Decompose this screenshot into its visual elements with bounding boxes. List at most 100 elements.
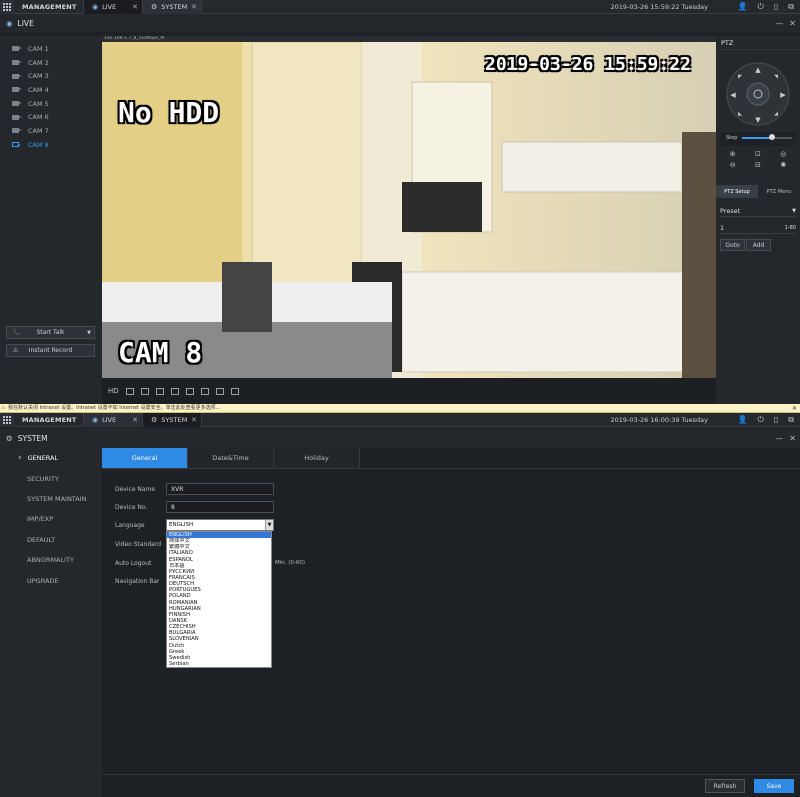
tab-ptz-setup[interactable]: PTZ Setup <box>716 185 758 198</box>
hd-toggle[interactable]: HD <box>108 387 119 395</box>
tab-general[interactable]: General <box>102 448 188 468</box>
svg-text:▼: ▼ <box>755 116 761 124</box>
camera-item-label: CAM 3 <box>28 72 49 81</box>
step-slider[interactable]: Step <box>720 132 796 146</box>
tab-live-label: LIVE <box>102 415 117 424</box>
close-icon[interactable]: ✕ <box>191 416 197 424</box>
minimize-icon[interactable]: — <box>775 19 783 28</box>
osd-channel: CAM 8 <box>118 336 203 369</box>
camera-item[interactable]: CAM 6 <box>0 110 102 124</box>
step-slider-thumb[interactable] <box>769 134 775 140</box>
language-dropdown[interactable]: ENGLISH 简体中文 繁體中文 ITALIANO ESPAÑOL 日本語 РУССКИЙ… <box>166 531 272 669</box>
auto-logout-label: Auto Logout <box>115 560 152 567</box>
menu-item-general[interactable]: GENERAL <box>0 448 102 468</box>
camera-item[interactable]: CAM 7 <box>0 124 102 138</box>
layout-16-icon[interactable] <box>185 387 194 395</box>
menu-item-abnormality[interactable]: ABNORMALITY <box>0 550 102 570</box>
tab-date-time[interactable]: Date&Time <box>188 448 274 468</box>
zoom-out-icon[interactable]: ⊖ <box>720 160 745 171</box>
camera-item[interactable]: CAM 3 <box>0 69 102 83</box>
instant-record-button[interactable]: ⚠ Instant Record <box>6 344 95 357</box>
video-standard-label: Video Standard <box>115 541 162 548</box>
camera-item-label: CAM 6 <box>28 113 49 122</box>
zoom-in-icon[interactable]: ⊕ <box>720 149 745 160</box>
logout-icon[interactable]: ⏻ <box>758 2 764 12</box>
tab-live[interactable]: ◉ LIVE ✕ <box>84 412 143 427</box>
menu-item-upgrade[interactable]: UPGRADE <box>0 570 102 590</box>
view-toolbar: HD <box>102 378 716 404</box>
tab-system[interactable]: ⚙ SYSTEM ✕ <box>143 412 202 427</box>
tab-management[interactable]: MANAGEMENT <box>14 0 84 14</box>
tab-system[interactable]: ⚙ SYSTEM ✕ <box>143 0 202 14</box>
layout-36-icon[interactable] <box>215 387 224 395</box>
language-select[interactable]: ENGLISH ▼ <box>166 519 274 531</box>
tab-management[interactable]: MANAGEMENT <box>14 412 84 427</box>
start-talk-button[interactable]: 📞 Start Talk ▼ <box>6 326 95 339</box>
focus-far-icon[interactable]: ⊟ <box>745 160 770 171</box>
fullscreen-icon[interactable]: ⧉ <box>788 2 794 12</box>
device-icon[interactable]: ▯ <box>774 2 778 12</box>
add-button[interactable]: Add <box>746 239 771 251</box>
layout-25-icon[interactable] <box>200 387 209 395</box>
menu-item-default[interactable]: DEFAULT <box>0 530 102 550</box>
menu-item-security[interactable]: SECURITY <box>0 468 102 488</box>
minimize-icon[interactable]: — <box>775 434 783 443</box>
menu-item-system-maintain[interactable]: SYSTEM MAINTAIN <box>0 489 102 509</box>
close-icon[interactable]: ✕ <box>789 19 796 28</box>
iris-close-icon[interactable]: ✺ <box>771 160 796 171</box>
layout-custom-icon[interactable] <box>230 387 239 395</box>
notification-text: 我在默认关闭 Intranet 设置。Intranet 设置不如 Interne… <box>8 405 221 411</box>
layout-4-icon[interactable] <box>140 387 149 395</box>
close-icon[interactable]: ✕ <box>789 434 796 443</box>
close-icon[interactable]: ✕ <box>191 3 197 11</box>
general-settings: General Date&Time Holiday Device Name XVR … <box>102 448 800 774</box>
camera-item[interactable]: CAM 5 <box>0 97 102 111</box>
logout-icon[interactable]: ⏻ <box>758 415 764 425</box>
video-view[interactable]: 192.168.1.7_8_310Kbps_M 2019-03-26 15:59… <box>102 36 716 378</box>
ptz-subtabs: PTZ Setup PTZ Menu <box>716 185 800 198</box>
svg-text:▶: ▶ <box>780 91 786 99</box>
preset-number-input[interactable]: 1 1-80 <box>720 222 796 234</box>
language-option[interactable]: Serbian <box>167 661 271 667</box>
live-icon: ◉ <box>92 2 99 11</box>
svg-text:◥: ◥ <box>774 74 778 80</box>
chevron-down-icon[interactable]: ▼ <box>87 330 91 336</box>
device-name-input[interactable]: XVR <box>166 483 274 495</box>
goto-button[interactable]: Goto <box>720 239 745 251</box>
menu-item-imp-exp[interactable]: IMP/EXP <box>0 509 102 529</box>
ptz-direction-pad[interactable]: ▲ ▼ ◀ ▶ ◤ ◥ ◣ ◢ <box>726 62 790 126</box>
tab-holiday[interactable]: Holiday <box>274 448 360 468</box>
user-icon[interactable]: 👤 <box>738 2 748 12</box>
chevron-down-icon[interactable]: ▼ <box>265 520 273 530</box>
system-menu: GENERALSECURITYSYSTEM MAINTAINIMP/EXPDEF… <box>0 448 102 797</box>
save-button[interactable]: Save <box>754 779 794 793</box>
language-value: ENGLISH <box>169 522 194 528</box>
iris-open-icon[interactable]: ◎ <box>771 149 796 160</box>
close-icon[interactable]: ✕ <box>132 3 138 11</box>
navigation-bar-label: Navigation Bar <box>115 578 160 585</box>
camera-item[interactable]: CAM 2 <box>0 56 102 70</box>
tab-ptz-menu[interactable]: PTZ Menu <box>758 185 800 198</box>
refresh-button[interactable]: Refresh <box>705 779 745 793</box>
live-icon: ◉ <box>6 18 13 28</box>
tab-live[interactable]: ◉ LIVE ✕ <box>84 0 143 14</box>
close-icon[interactable]: ✕ <box>132 416 138 424</box>
preset-select[interactable]: Preset ▼ <box>720 205 796 217</box>
ptz-panel: PTZ ▲ ▼ ◀ ▶ ◤ ◥ ◣ ◢ Step ⊕ ⊡ ◎ ⊖ ⊟ ✺ PTZ Setup PTZ… <box>716 36 800 404</box>
gear-icon: ⚙ <box>151 2 158 11</box>
layout-1-icon[interactable] <box>125 387 134 395</box>
layout-8-icon[interactable] <box>155 387 164 395</box>
fullscreen-icon[interactable]: ⧉ <box>788 415 794 425</box>
close-icon[interactable]: ✕ <box>792 404 797 413</box>
layout-9-icon[interactable] <box>170 387 179 395</box>
app-grid-icon[interactable] <box>0 0 14 14</box>
camera-item[interactable]: CAM 8 <box>0 138 102 152</box>
phone-icon: 📞 <box>13 329 21 336</box>
user-icon[interactable]: 👤 <box>738 415 748 425</box>
camera-item[interactable]: CAM 4 <box>0 83 102 97</box>
focus-near-icon[interactable]: ⊡ <box>745 149 770 160</box>
device-no-input[interactable]: 8 <box>166 501 274 513</box>
camera-item[interactable]: CAM 1 <box>0 42 102 56</box>
device-icon[interactable]: ▯ <box>774 415 778 425</box>
app-grid-icon[interactable] <box>0 412 14 427</box>
